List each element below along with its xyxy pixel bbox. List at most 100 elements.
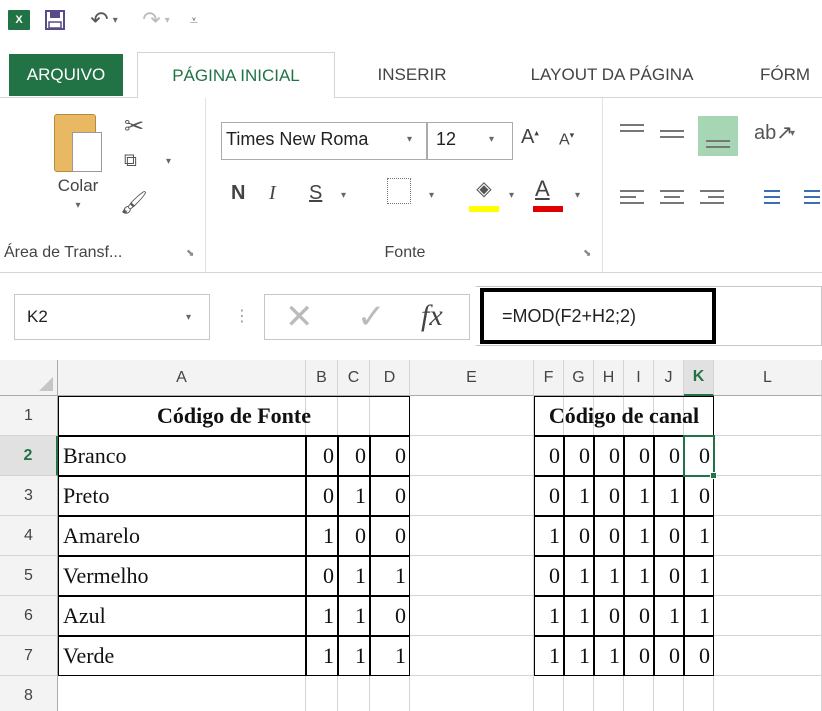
row-header-4[interactable]: 4 — [0, 516, 58, 556]
font-name-dropdown-icon[interactable]: ▾ — [407, 134, 412, 145]
source-bit-cell[interactable]: 1 — [338, 596, 370, 636]
borders-dropdown-icon[interactable]: ▾ — [429, 190, 434, 201]
channel-bit-cell[interactable]: 1 — [564, 476, 594, 516]
cell-empty[interactable] — [410, 396, 534, 436]
italic-button[interactable]: I — [269, 182, 276, 205]
channel-code-header[interactable]: Código de canal — [534, 396, 714, 436]
cell-empty[interactable] — [564, 676, 594, 711]
undo-icon[interactable]: ↶ ▾ — [84, 7, 124, 32]
channel-bit-cell[interactable]: 0 — [624, 436, 654, 476]
fill-color-dropdown-icon[interactable]: ▾ — [509, 190, 514, 201]
color-name-cell[interactable]: Vermelho — [58, 556, 306, 596]
channel-bit-cell[interactable]: 1 — [654, 596, 684, 636]
font-name-select[interactable]: Times New Roma — [221, 122, 427, 160]
source-bit-cell[interactable]: 1 — [338, 636, 370, 676]
channel-bit-cell[interactable]: 0 — [654, 556, 684, 596]
row-header-6[interactable]: 6 — [0, 596, 58, 636]
cell-empty[interactable] — [714, 676, 822, 711]
channel-bit-cell[interactable]: 0 — [594, 476, 624, 516]
orientation-icon[interactable]: ab↗ — [754, 120, 793, 145]
channel-bit-cell[interactable]: 1 — [684, 516, 714, 556]
channel-bit-cell[interactable]: 0 — [684, 636, 714, 676]
customize-qat-icon[interactable]: ⩡ — [186, 8, 202, 32]
formula-input[interactable]: =MOD(F2+H2;2) — [480, 288, 716, 344]
channel-bit-cell[interactable]: 0 — [534, 436, 564, 476]
cell-empty[interactable] — [624, 676, 654, 711]
align-right-icon[interactable] — [698, 186, 726, 210]
cell-empty[interactable] — [654, 676, 684, 711]
grow-font-icon[interactable]: A▴ — [521, 126, 539, 149]
cell-empty[interactable] — [714, 476, 822, 516]
channel-bit-cell[interactable]: 1 — [624, 556, 654, 596]
fill-handle[interactable] — [710, 472, 717, 479]
cell-empty[interactable] — [714, 396, 822, 436]
column-header-h[interactable]: H — [594, 360, 624, 396]
clipboard-launcher-icon[interactable]: ⬊ — [186, 248, 194, 259]
channel-bit-cell[interactable]: 0 — [564, 516, 594, 556]
cell-empty[interactable] — [684, 676, 714, 711]
select-all-button[interactable] — [0, 360, 58, 396]
cell-empty[interactable] — [58, 676, 306, 711]
borders-icon[interactable] — [387, 178, 411, 204]
cell-empty[interactable] — [714, 516, 822, 556]
tab-formulas[interactable]: FÓRM — [760, 52, 822, 98]
column-header-b[interactable]: B — [306, 360, 338, 396]
row-header-3[interactable]: 3 — [0, 476, 58, 516]
copy-dropdown-icon[interactable]: ▾ — [166, 156, 171, 167]
color-name-cell[interactable]: Branco — [58, 436, 306, 476]
source-bit-cell[interactable]: 0 — [306, 556, 338, 596]
channel-bit-cell[interactable]: 1 — [624, 516, 654, 556]
source-bit-cell[interactable]: 0 — [370, 516, 410, 556]
channel-bit-cell[interactable]: 1 — [564, 596, 594, 636]
channel-bit-cell[interactable]: 1 — [534, 636, 564, 676]
channel-bit-cell[interactable]: 0 — [534, 476, 564, 516]
color-name-cell[interactable]: Azul — [58, 596, 306, 636]
align-middle-icon[interactable] — [658, 122, 686, 146]
column-header-d[interactable]: D — [370, 360, 410, 396]
column-header-a[interactable]: A — [58, 360, 306, 396]
source-bit-cell[interactable]: 1 — [306, 596, 338, 636]
channel-bit-cell[interactable]: 1 — [654, 476, 684, 516]
cut-icon[interactable]: ✂ — [124, 112, 144, 141]
cell-empty[interactable] — [410, 476, 534, 516]
channel-bit-cell[interactable]: 0 — [624, 636, 654, 676]
column-header-k[interactable]: K — [684, 360, 714, 396]
underline-dropdown-icon[interactable]: ▾ — [341, 190, 346, 201]
row-header-5[interactable]: 5 — [0, 556, 58, 596]
source-bit-cell[interactable]: 0 — [338, 436, 370, 476]
cell-empty[interactable] — [410, 596, 534, 636]
cell-empty[interactable] — [714, 596, 822, 636]
channel-bit-cell[interactable]: 1 — [564, 556, 594, 596]
font-size-select[interactable]: 12 — [427, 122, 513, 160]
underline-button[interactable]: S — [309, 182, 322, 205]
column-header-l[interactable]: L — [714, 360, 822, 396]
name-box[interactable]: K2 — [14, 294, 210, 340]
decrease-indent-icon[interactable] — [754, 186, 782, 210]
source-bit-cell[interactable]: 0 — [370, 596, 410, 636]
column-header-f[interactable]: F — [534, 360, 564, 396]
row-header-2[interactable]: 2 — [0, 436, 58, 476]
font-launcher-icon[interactable]: ⬊ — [583, 248, 591, 259]
column-header-g[interactable]: G — [564, 360, 594, 396]
cell-empty[interactable] — [410, 516, 534, 556]
row-header-1[interactable]: 1 — [0, 396, 58, 436]
source-bit-cell[interactable]: 1 — [370, 636, 410, 676]
source-bit-cell[interactable]: 0 — [370, 476, 410, 516]
name-box-dropdown-icon[interactable]: ▾ — [186, 312, 191, 323]
cell-empty[interactable] — [534, 676, 564, 711]
channel-bit-cell[interactable]: 0 — [534, 556, 564, 596]
row-header-7[interactable]: 7 — [0, 636, 58, 676]
align-left-icon[interactable] — [618, 186, 646, 210]
align-bottom-icon[interactable] — [698, 116, 738, 156]
channel-bit-cell[interactable]: 1 — [624, 476, 654, 516]
tab-insert[interactable]: INSERIR — [356, 52, 468, 98]
channel-bit-cell[interactable]: 0 — [684, 476, 714, 516]
cell-empty[interactable] — [714, 436, 822, 476]
format-painter-icon[interactable]: 🖌 — [120, 190, 148, 216]
channel-bit-cell[interactable]: 1 — [594, 556, 624, 596]
font-size-dropdown-icon[interactable]: ▾ — [489, 134, 494, 145]
source-bit-cell[interactable]: 0 — [370, 436, 410, 476]
fill-color-icon[interactable]: ◈ — [469, 176, 499, 206]
column-header-j[interactable]: J — [654, 360, 684, 396]
insert-function-icon[interactable]: fx — [421, 299, 443, 333]
